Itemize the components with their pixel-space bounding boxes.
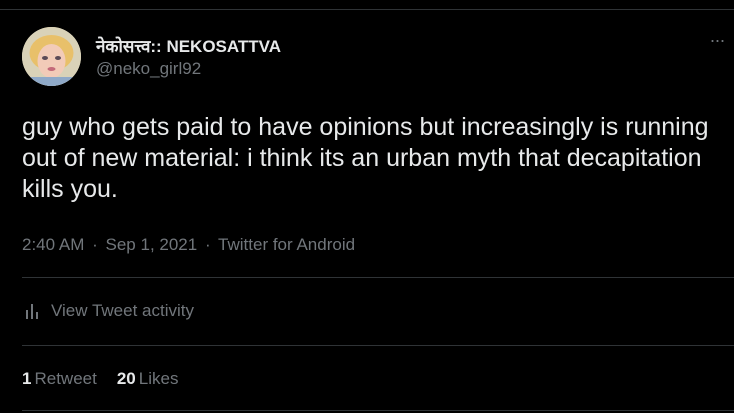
divider bbox=[22, 410, 734, 411]
retweets-stat[interactable]: 1 Retweet bbox=[22, 369, 97, 388]
tweet: नेकोसत्त्व:: NEKOSATTVA @neko_girl92 ···… bbox=[0, 0, 734, 413]
tweet-time[interactable]: 2:40 AM bbox=[22, 235, 84, 254]
tweet-stats: 1 Retweet 20 Likes bbox=[22, 369, 178, 389]
likes-label: Likes bbox=[138, 369, 179, 388]
display-name[interactable]: नेकोसत्त्व:: NEKOSATTVA bbox=[96, 34, 281, 57]
retweets-label: Retweet bbox=[34, 369, 97, 388]
separator: · bbox=[204, 235, 211, 254]
view-activity-label: View Tweet activity bbox=[51, 301, 194, 320]
retweets-count: 1 bbox=[22, 369, 32, 388]
likes-stat[interactable]: 20 Likes bbox=[117, 369, 179, 388]
divider bbox=[22, 277, 734, 278]
activity-bars-icon bbox=[22, 301, 44, 321]
separator: · bbox=[92, 235, 98, 254]
divider bbox=[22, 345, 734, 346]
avatar[interactable] bbox=[22, 27, 81, 86]
top-divider bbox=[0, 9, 734, 10]
view-activity-link[interactable]: View Tweet activity bbox=[22, 301, 194, 321]
tweet-date[interactable]: Sep 1, 2021 bbox=[106, 235, 198, 254]
tweet-source[interactable]: Twitter for Android bbox=[218, 235, 355, 254]
user-handle[interactable]: @neko_girl92 bbox=[96, 59, 201, 79]
more-icon[interactable]: ··· bbox=[706, 30, 728, 50]
likes-count: 20 bbox=[116, 369, 136, 388]
tweet-text: guy who gets paid to have opinions but i… bbox=[22, 113, 716, 203]
tweet-metadata: 2:40 AM · Sep 1, 2021 · Twitter for Andr… bbox=[22, 235, 355, 255]
